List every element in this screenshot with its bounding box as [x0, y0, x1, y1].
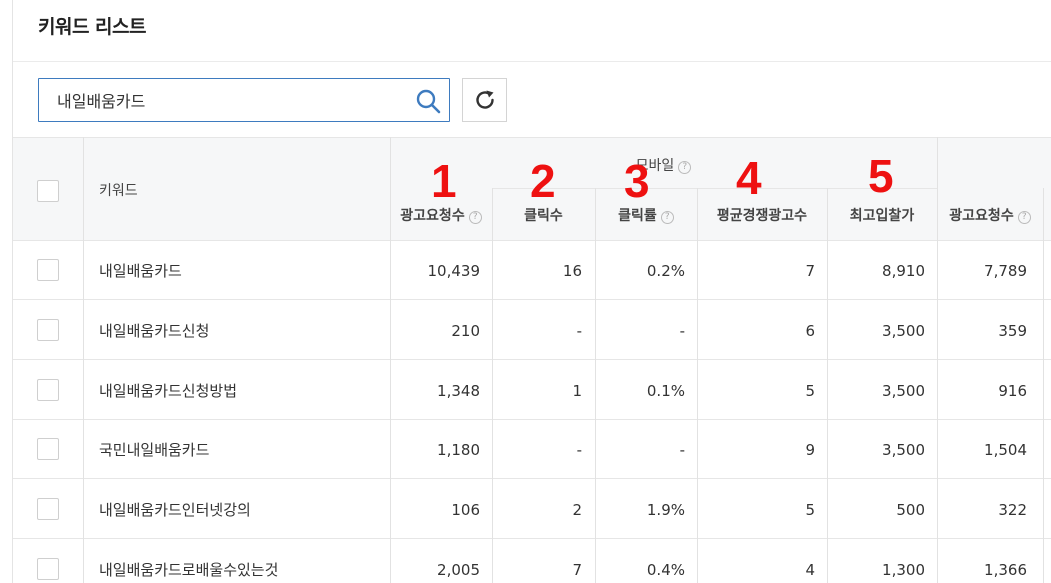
row-checkbox[interactable]: [37, 558, 59, 580]
annotation-2: 2: [530, 155, 556, 207]
row-checkbox[interactable]: [37, 259, 59, 281]
row-checkbox[interactable]: [37, 438, 59, 460]
row-max-bid: 3,500: [882, 382, 925, 400]
row-ctr: 0.2%: [646, 262, 685, 280]
annotation-5: 5: [868, 150, 894, 202]
row-requests: 10,439: [427, 262, 481, 280]
row-requests-2: 322: [998, 501, 1027, 519]
row-ctr: -: [679, 441, 685, 459]
col-competition[interactable]: 평균경쟁광고수: [697, 205, 827, 225]
row-competition: 7: [805, 262, 815, 280]
row-max-bid: 1,300: [882, 561, 925, 579]
col-requests[interactable]: 광고요청수?: [390, 205, 492, 225]
help-icon[interactable]: ?: [660, 211, 674, 224]
select-all-checkbox[interactable]: [37, 180, 59, 202]
row-requests-2: 7,789: [984, 262, 1027, 280]
refresh-button[interactable]: [462, 78, 507, 122]
refresh-icon: [476, 90, 494, 109]
row-ctr: 0.4%: [646, 561, 685, 579]
annotation-3: 3: [624, 155, 650, 207]
page-title: 키워드 리스트: [38, 16, 147, 38]
row-requests-2: 1,366: [984, 561, 1027, 579]
annotation-1: 1: [431, 155, 457, 207]
col-ctr-label: 클릭률: [618, 208, 657, 224]
row-competition: 4: [805, 561, 815, 579]
row-requests: 1,348: [437, 382, 480, 400]
keyword-table: 키워드 모바일? 광고요청수? 클릭수 클릭률? 평균경쟁광고수 최고입찰가 광…: [13, 137, 1051, 583]
col-max-bid[interactable]: 최고입찰가: [827, 205, 937, 225]
annotation-4: 4: [736, 152, 762, 204]
help-icon[interactable]: ?: [468, 211, 482, 224]
row-clicks: -: [576, 322, 582, 340]
title-divider: [13, 61, 1051, 62]
row-keyword: 내일배움카드: [99, 262, 182, 280]
row-max-bid: 500: [896, 501, 925, 519]
row-requests-2: 1,504: [984, 441, 1027, 459]
row-requests: 106: [451, 501, 480, 519]
row-requests: 1,180: [437, 441, 480, 459]
row-ctr: 0.1%: [646, 382, 685, 400]
col-requests-2-label: 광고요청수: [949, 208, 1014, 224]
row-keyword: 내일배움카드로배울수있는것: [99, 561, 279, 579]
help-icon[interactable]: ?: [678, 161, 692, 174]
row-clicks: 1: [572, 382, 582, 400]
row-requests: 210: [451, 322, 480, 340]
row-keyword: 내일배움카드신청: [99, 322, 210, 340]
row-max-bid: 3,500: [882, 441, 925, 459]
row-clicks: -: [576, 441, 582, 459]
search-input[interactable]: [57, 89, 397, 111]
search-box[interactable]: [38, 78, 450, 122]
row-requests: 2,005: [437, 561, 480, 579]
row-clicks: 2: [572, 501, 582, 519]
row-requests-2: 916: [998, 382, 1027, 400]
row-max-bid: 3,500: [882, 322, 925, 340]
row-clicks: 16: [562, 262, 582, 280]
row-checkbox[interactable]: [37, 498, 59, 520]
col-requests-2[interactable]: 광고요청수?: [937, 205, 1043, 225]
col-keyword[interactable]: 키워드: [99, 180, 138, 200]
row-keyword: 국민내일배움카드: [99, 441, 210, 459]
row-ctr: 1.9%: [646, 501, 685, 519]
row-requests-2: 359: [998, 322, 1027, 340]
col-group-mobile: 모바일?: [390, 155, 937, 175]
row-ctr: -: [679, 322, 685, 340]
col-ctr[interactable]: 클릭률?: [595, 205, 697, 225]
row-checkbox[interactable]: [37, 319, 59, 341]
col-clicks[interactable]: 클릭수: [492, 205, 595, 225]
col-requests-label: 광고요청수: [400, 208, 465, 224]
row-competition: 5: [805, 501, 815, 519]
row-keyword: 내일배움카드신청방법: [99, 382, 238, 400]
row-competition: 6: [805, 322, 815, 340]
row-checkbox[interactable]: [37, 379, 59, 401]
row-competition: 9: [805, 441, 815, 459]
row-competition: 5: [805, 382, 815, 400]
row-keyword: 내일배움카드인터넷강의: [99, 501, 251, 519]
row-max-bid: 8,910: [882, 262, 925, 280]
keyword-list-page: 키워드 리스트 키워드 모바일?: [0, 0, 1051, 583]
row-clicks: 7: [572, 561, 582, 579]
help-icon[interactable]: ?: [1017, 211, 1031, 224]
search-icon[interactable]: [415, 88, 441, 114]
